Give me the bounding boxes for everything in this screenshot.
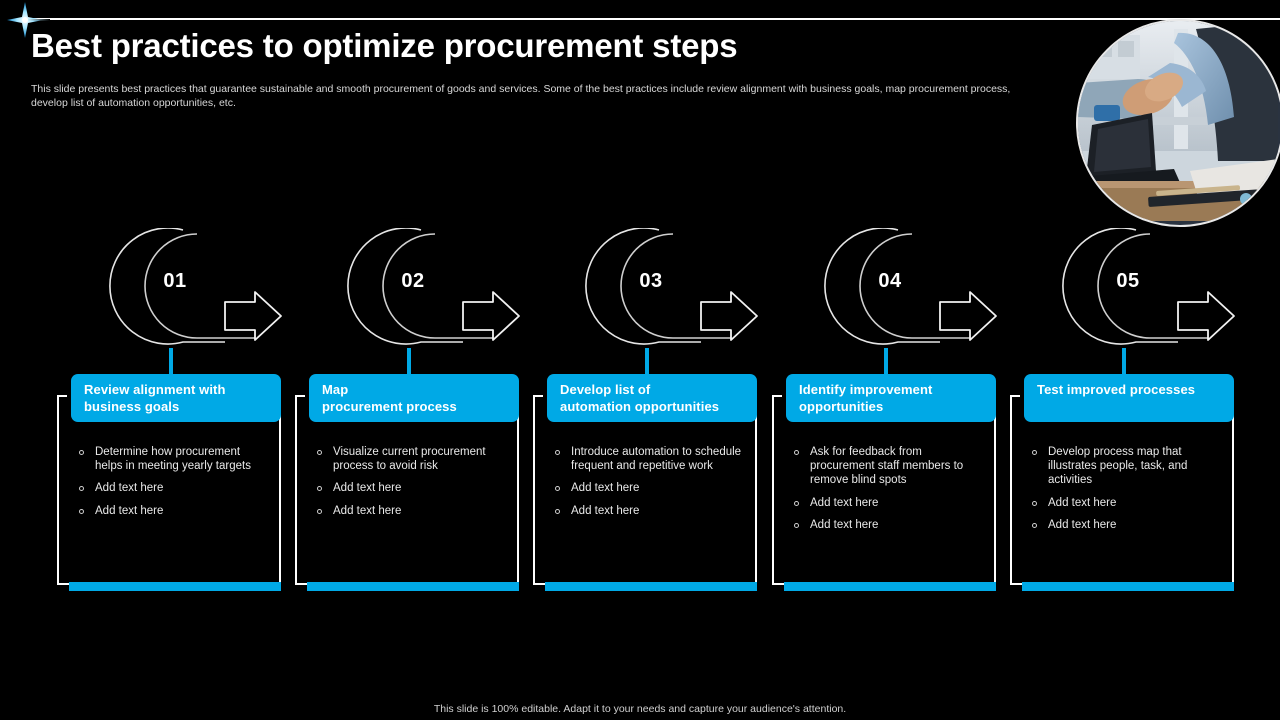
business-handshake-photo <box>1076 19 1280 227</box>
step-heading-line1: Identify improvement <box>799 382 933 397</box>
step-banner: Map procurement process <box>309 374 519 422</box>
step-heading-line2: opportunities <box>799 399 884 414</box>
step-banner: Develop list of automation opportunities <box>547 374 757 422</box>
step-number: 02 <box>401 270 425 292</box>
step-heading-line1: Test improved processes <box>1037 382 1196 397</box>
step-bullet-list: Develop process map that illustrates peo… <box>1028 445 1223 540</box>
step-bullet: Add text here <box>313 481 508 495</box>
step-bullet: Add text here <box>1028 496 1223 510</box>
step-heading-line1: Map <box>322 382 349 397</box>
step-card[interactable]: Test improved processes Develop process … <box>1010 374 1234 591</box>
step-heading-line1: Develop list of <box>560 382 651 397</box>
step-bullet: Visualize current procurement process to… <box>313 445 508 473</box>
step-bullet: Add text here <box>551 504 746 518</box>
step-number: 05 <box>1116 270 1140 292</box>
step-heading-line1: Review alignment with <box>84 382 226 397</box>
step-card[interactable]: Develop list of automation opportunities … <box>533 374 757 591</box>
step-bullet: Determine how procurement helps in meeti… <box>75 445 270 473</box>
page-subtitle: This slide presents best practices that … <box>31 83 1011 109</box>
step-card[interactable]: Identify improvement opportunities Ask fo… <box>772 374 996 591</box>
step-bullet: Develop process map that illustrates peo… <box>1028 445 1223 488</box>
step-bullet: Introduce automation to schedule frequen… <box>551 445 746 473</box>
step-number: 01 <box>163 270 187 292</box>
step-heading-line2: automation opportunities <box>560 399 720 414</box>
footer-note: This slide is 100% editable. Adapt it to… <box>433 703 847 715</box>
card-accent-bar <box>307 582 519 591</box>
step-bullet: Ask for feedback from procurement staff … <box>790 445 985 488</box>
step-bullet-list: Introduce automation to schedule frequen… <box>551 445 746 526</box>
card-accent-bar <box>1022 582 1234 591</box>
step-banner: Identify improvement opportunities <box>786 374 996 422</box>
step-number: 04 <box>878 270 902 292</box>
step-bullet: Add text here <box>313 504 508 518</box>
slide-canvas: Best practices to optimize procurement s… <box>0 0 1280 720</box>
card-accent-bar <box>784 582 996 591</box>
step-bullet-list: Determine how procurement helps in meeti… <box>75 445 270 526</box>
step-card[interactable]: Map procurement process Visualize current… <box>295 374 519 591</box>
step-bullet: Add text here <box>790 518 985 532</box>
step-heading-line2: procurement process <box>322 399 457 414</box>
header-divider <box>30 18 1280 20</box>
step-number: 03 <box>639 270 663 292</box>
page-title: Best practices to optimize procurement s… <box>31 27 738 64</box>
step-bullet: Add text here <box>1028 518 1223 532</box>
step-banner: Review alignment with business goals <box>71 374 281 422</box>
step-bullet: Add text here <box>75 504 270 518</box>
step-bullet-list: Ask for feedback from procurement staff … <box>790 445 985 540</box>
step-bullet-list: Visualize current procurement process to… <box>313 445 508 526</box>
step-bullet: Add text here <box>790 496 985 510</box>
card-accent-bar <box>69 582 281 591</box>
card-accent-bar <box>545 582 757 591</box>
step-bullet: Add text here <box>551 481 746 495</box>
step-heading-line2: business goals <box>84 399 180 414</box>
step-card[interactable]: Review alignment with business goals Dete… <box>57 374 281 591</box>
step-banner: Test improved processes <box>1024 374 1234 422</box>
step-bullet: Add text here <box>75 481 270 495</box>
